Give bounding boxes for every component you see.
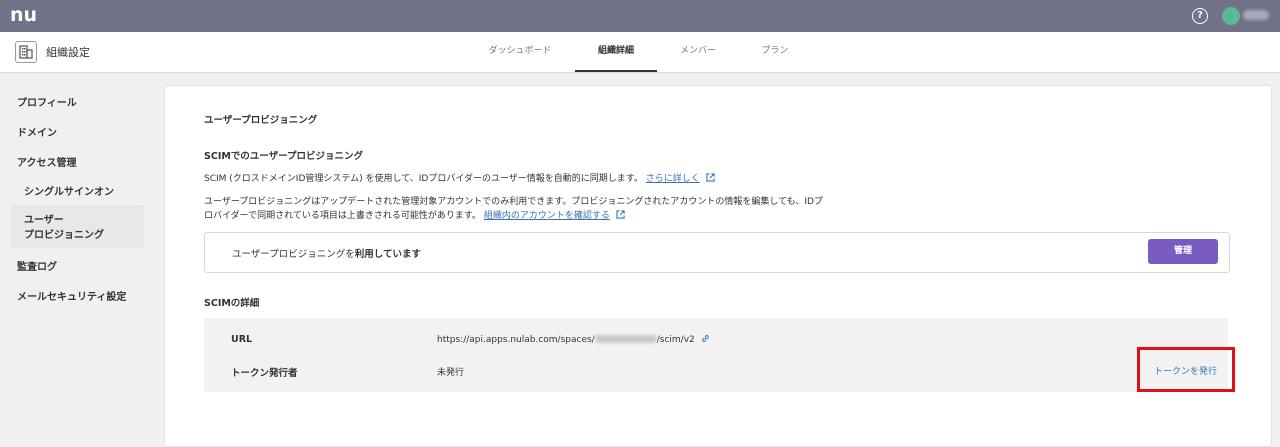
page-header: 組織設定 ダッシュボード 組織詳細 メンバー プラン [0,32,1280,73]
space-id-blurred [594,335,657,343]
sidebar-item-profile[interactable]: プロフィール [17,94,77,109]
learn-more-link[interactable]: さらに詳しく [646,174,700,184]
section-title: ユーザープロビジョニング [204,115,318,126]
sidebar-item-mail-security[interactable]: メールセキュリティ設定 [17,288,126,303]
scim-details-table [204,318,1228,392]
sidebar-item-provisioning-label: ユーザー プロビジョニング [24,215,104,241]
provisioning-status: ユーザープロビジョニングを利用しています [232,249,421,260]
scim-details-heading: SCIMの詳細 [204,298,260,309]
nulab-logo[interactable]: nu [10,4,37,26]
sidebar-item-audit-log[interactable]: 監査ログ [17,258,57,273]
url-label: URL [231,334,253,345]
building-icon [15,41,37,63]
highlight-annotation [1137,347,1235,392]
manage-button[interactable]: 管理 [1148,239,1218,264]
token-issuer-label: トークン発行者 [231,368,298,379]
top-bar: nu ? [0,0,1280,32]
tab-dashboard[interactable]: ダッシュボード [475,32,565,72]
copy-link-icon[interactable] [701,334,710,343]
sidebar-item-sso[interactable]: シングルサインオン [24,183,114,198]
check-accounts-link[interactable]: 組織内のアカウントを確認する [484,211,610,221]
external-link-icon [706,173,715,182]
user-name-blurred[interactable] [1243,10,1269,20]
tab-plan[interactable]: プラン [750,32,800,72]
sidebar-item-access[interactable]: アクセス管理 [17,154,77,169]
token-issuer-value: 未発行 [437,368,465,378]
tab-org-details[interactable]: 組織詳細 [575,32,657,72]
user-avatar[interactable] [1222,7,1240,25]
page-title: 組織設定 [46,46,90,59]
scim-heading: SCIMでのユーザープロビジョニング [204,151,364,162]
sidebar-item-domain[interactable]: ドメイン [17,124,57,139]
tab-members[interactable]: メンバー [668,32,728,72]
scim-url: https://api.apps.nulab.com/spaces//scim/… [437,334,710,345]
help-icon[interactable]: ? [1192,8,1208,24]
provisioning-note: ユーザープロビジョニングはアップデートされた管理対象アカウントでのみ利用できます… [204,197,823,221]
scim-description: SCIM (クロスドメインID管理システム) を使用して、IDプロバイダーのユー… [204,171,715,184]
external-link-icon [616,210,625,219]
